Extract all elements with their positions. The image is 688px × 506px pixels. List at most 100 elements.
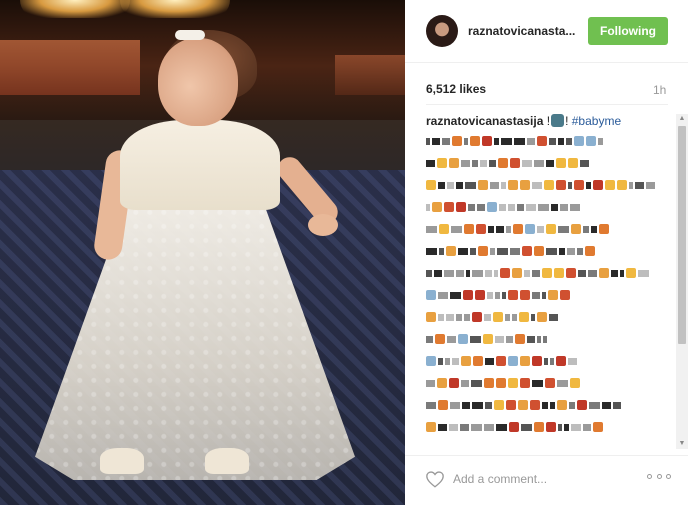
obscured-text	[506, 225, 511, 233]
obscured-emoji	[478, 180, 488, 190]
obscured-emoji	[530, 400, 540, 410]
obscured-emoji	[586, 136, 596, 146]
obscured-emoji	[566, 268, 576, 278]
obscured-text	[602, 401, 611, 409]
obscured-emoji	[482, 136, 492, 146]
obscured-text	[620, 269, 624, 277]
obscured-comment-line	[426, 132, 676, 150]
obscured-text	[508, 203, 515, 211]
obscured-emoji	[426, 290, 436, 300]
obscured-text	[549, 137, 556, 145]
obscured-text	[501, 137, 512, 145]
obscured-comment-line	[426, 220, 676, 238]
obscured-emoji	[537, 312, 547, 322]
obscured-emoji	[506, 400, 516, 410]
obscured-emoji	[546, 422, 556, 432]
obscured-emoji	[478, 246, 488, 256]
obscured-text	[514, 137, 525, 145]
obscured-comments	[426, 132, 676, 444]
photo-hair-bow	[175, 30, 205, 40]
obscured-text	[432, 137, 440, 145]
obscured-emoji	[585, 246, 595, 256]
obscured-text	[532, 291, 540, 299]
obscured-text	[470, 247, 476, 255]
obscured-emoji	[599, 224, 609, 234]
following-button[interactable]: Following	[588, 17, 668, 45]
avatar[interactable]	[426, 15, 458, 47]
obscured-text	[550, 357, 554, 365]
username-link[interactable]: raznatovicanasta...	[468, 24, 578, 38]
add-comment-input[interactable]	[453, 470, 633, 488]
obscured-emoji	[534, 246, 544, 256]
obscured-emoji	[438, 400, 448, 410]
post-photo[interactable]	[0, 0, 405, 505]
obscured-emoji	[498, 158, 508, 168]
obscured-emoji	[515, 334, 525, 344]
obscured-text	[426, 247, 437, 255]
obscured-comment-line	[426, 242, 676, 260]
obscured-emoji	[483, 334, 493, 344]
scroll-down-icon[interactable]: ▼	[676, 439, 688, 449]
obscured-text	[521, 423, 532, 431]
obscured-text	[580, 159, 589, 167]
obscured-emoji	[461, 356, 471, 366]
obscured-text	[586, 181, 591, 189]
obscured-emoji	[574, 180, 584, 190]
obscured-text	[438, 181, 445, 189]
obscured-text	[532, 379, 543, 387]
obscured-emoji	[500, 268, 510, 278]
obscured-text	[489, 159, 496, 167]
obscured-text	[512, 313, 517, 321]
obscured-emoji	[508, 356, 518, 366]
obscured-text	[570, 203, 580, 211]
obscured-text	[450, 291, 461, 299]
obscured-text	[426, 335, 433, 343]
obscured-emoji	[475, 290, 485, 300]
comments-scrollbar[interactable]: ▲ ▼	[676, 114, 688, 449]
hashtag-link[interactable]: #babyme	[572, 114, 621, 128]
obscured-emoji	[446, 246, 456, 256]
obscured-text	[506, 335, 513, 343]
obscured-emoji	[593, 422, 603, 432]
obscured-comment-line	[426, 352, 676, 370]
scroll-up-icon[interactable]: ▲	[676, 114, 688, 124]
obscured-text	[426, 269, 432, 277]
obscured-emoji	[520, 378, 530, 388]
obscured-emoji	[426, 356, 436, 366]
scrollbar-thumb[interactable]	[678, 126, 686, 344]
obscured-text	[613, 401, 621, 409]
obscured-text	[544, 357, 548, 365]
obscured-text	[559, 247, 565, 255]
obscured-emoji	[557, 400, 567, 410]
obscured-emoji	[568, 158, 578, 168]
obscured-emoji	[476, 224, 486, 234]
obscured-emoji	[570, 378, 580, 388]
heart-icon[interactable]	[425, 470, 445, 488]
obscured-emoji	[520, 290, 530, 300]
obscured-emoji	[548, 290, 558, 300]
caption-author-link[interactable]: raznatovicanastasija	[426, 114, 543, 128]
obscured-text	[502, 291, 506, 299]
post-time[interactable]: 1h	[653, 83, 666, 97]
obscured-text	[434, 269, 442, 277]
obscured-emoji	[437, 158, 447, 168]
more-options-icon[interactable]	[647, 474, 671, 484]
obscured-emoji	[444, 202, 454, 212]
obscured-text	[505, 313, 510, 321]
obscured-text	[558, 423, 562, 431]
likes-count[interactable]: 6,512 likes	[426, 82, 486, 96]
obscured-emoji	[545, 378, 555, 388]
obscured-text	[426, 379, 435, 387]
obscured-text	[560, 203, 568, 211]
obscured-text	[494, 269, 498, 277]
obscured-text	[646, 181, 655, 189]
obscured-emoji	[510, 158, 520, 168]
obscured-text	[461, 159, 470, 167]
obscured-text	[499, 203, 506, 211]
obscured-text	[557, 379, 568, 387]
obscured-emoji	[449, 158, 459, 168]
obscured-text	[510, 247, 520, 255]
obscured-text	[569, 401, 575, 409]
obscured-text	[546, 247, 557, 255]
obscured-text	[461, 379, 469, 387]
